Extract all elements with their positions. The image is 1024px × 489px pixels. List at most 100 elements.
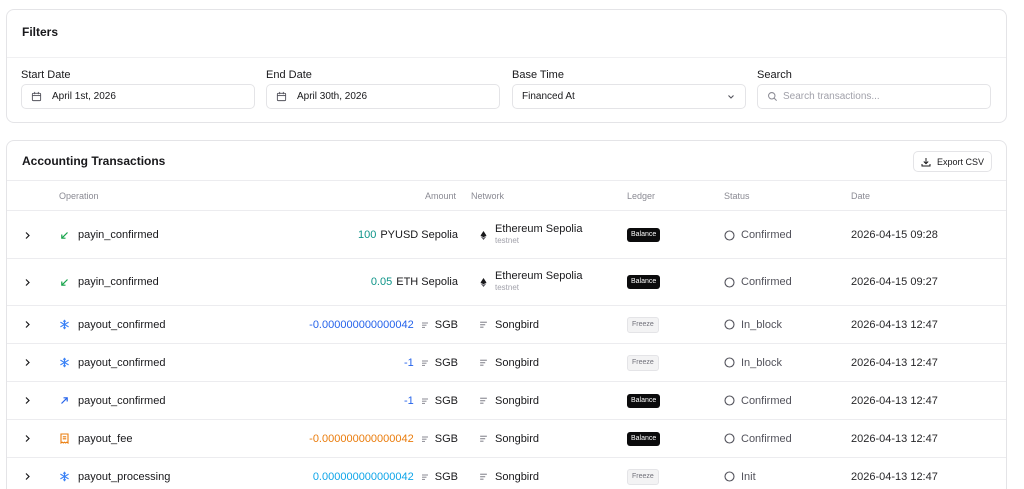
ledger-badge: Balance bbox=[627, 431, 661, 446]
ledger-cell: Balance bbox=[627, 259, 661, 305]
network-subtitle: testnet bbox=[495, 283, 520, 292]
operation-cell: payout_processing bbox=[59, 458, 170, 489]
base-time-select[interactable]: Financed At bbox=[512, 84, 746, 109]
status-circle-icon bbox=[724, 319, 735, 330]
table-row[interactable]: payout_processing 0.000000000000042 SGB Son… bbox=[7, 458, 1006, 489]
search-input[interactable] bbox=[783, 91, 973, 102]
amount-token: ETH Sepolia bbox=[396, 276, 458, 288]
amount-token: SGB bbox=[434, 432, 458, 445]
amount-value: -0.000000000000042 bbox=[309, 318, 414, 331]
col-network: Network bbox=[471, 191, 505, 201]
songbird-icon bbox=[421, 474, 428, 480]
network-cell: Songbird bbox=[479, 344, 539, 381]
transactions-panel: Accounting Transactions Export CSV Opera… bbox=[6, 140, 1007, 489]
search-label: Search bbox=[757, 69, 792, 81]
calendar-icon bbox=[276, 91, 287, 102]
export-csv-button[interactable]: Export CSV bbox=[913, 151, 992, 172]
end-date-picker[interactable]: April 30th, 2026 bbox=[266, 84, 500, 109]
divider bbox=[7, 57, 1006, 58]
ledger-cell: Freeze bbox=[627, 458, 659, 489]
end-date-value: April 30th, 2026 bbox=[297, 91, 368, 102]
table-row[interactable]: payin_confirmed 0.05 ETH Sepolia Ethereum S… bbox=[7, 259, 1006, 306]
start-date-value: April 1st, 2026 bbox=[52, 91, 116, 102]
snowflake-icon bbox=[59, 357, 70, 368]
date-text: 2026-04-15 09:28 bbox=[851, 229, 938, 241]
songbird-icon bbox=[421, 360, 428, 366]
table-row[interactable]: payout_confirmed -1 SGB Songbird Freeze In_bl… bbox=[7, 344, 1006, 382]
ledger-cell: Freeze bbox=[627, 306, 659, 343]
search-field: Search bbox=[757, 69, 991, 109]
calendar-icon bbox=[31, 91, 42, 102]
operation-cell: payout_confirmed bbox=[59, 382, 165, 419]
operation-name: payin_confirmed bbox=[78, 229, 159, 241]
expand-row-button[interactable] bbox=[23, 382, 33, 419]
ledger-cell: Balance bbox=[627, 212, 661, 258]
amount-cell: 0.000000000000042 SGB bbox=[313, 458, 458, 489]
chevron-right-icon bbox=[25, 321, 30, 328]
date-text: 2026-04-13 12:47 bbox=[851, 394, 938, 407]
date-text: 2026-04-13 12:47 bbox=[851, 432, 938, 445]
status-cell: Init bbox=[724, 458, 756, 489]
expand-row-button[interactable] bbox=[23, 212, 33, 258]
base-time-field: Base Time Financed At bbox=[512, 69, 746, 109]
songbird-icon bbox=[421, 398, 428, 404]
status-text: Init bbox=[741, 470, 756, 483]
chevron-down-icon bbox=[728, 95, 734, 99]
filters-panel: Filters Start Date April 1st, 2026 End D… bbox=[6, 9, 1007, 123]
table-row[interactable]: payout_confirmed -1 SGB Songbird Balance Conf… bbox=[7, 382, 1006, 420]
ledger-cell: Freeze bbox=[627, 344, 659, 381]
songbird-icon bbox=[480, 321, 487, 328]
expand-row-button[interactable] bbox=[23, 458, 33, 489]
status-cell: Confirmed bbox=[724, 259, 792, 305]
network-name: Songbird bbox=[495, 356, 540, 369]
arrow-up-right-icon bbox=[59, 395, 70, 406]
network-cell: Songbird bbox=[479, 420, 539, 457]
table-row[interactable]: payin_confirmed 100 PYUSD Sepolia Ethereum … bbox=[7, 212, 1006, 259]
status-circle-icon bbox=[724, 276, 735, 288]
chevron-right-icon bbox=[25, 231, 30, 239]
amount-cell: -0.000000000000042 SGB bbox=[309, 420, 458, 457]
network-subtitle: testnet bbox=[495, 236, 520, 245]
status-cell: Confirmed bbox=[724, 382, 792, 419]
operation-name: payout_confirmed bbox=[78, 394, 166, 407]
amount-cell: 100 PYUSD Sepolia bbox=[358, 212, 458, 258]
date-cell: 2026-04-13 12:47 bbox=[851, 382, 938, 419]
start-date-field: Start Date April 1st, 2026 bbox=[21, 69, 255, 109]
expand-row-button[interactable] bbox=[23, 306, 33, 343]
network-name: Ethereum Sepolia bbox=[495, 270, 583, 282]
operation-cell: payout_fee bbox=[59, 420, 132, 457]
amount-token: SGB bbox=[434, 356, 458, 369]
network-name: Songbird bbox=[495, 394, 540, 407]
col-operation: Operation bbox=[59, 191, 99, 201]
network-cell: Songbird bbox=[479, 382, 539, 419]
operation-name: payout_processing bbox=[78, 470, 171, 483]
operation-cell: payin_confirmed bbox=[59, 212, 159, 258]
expand-row-button[interactable] bbox=[23, 420, 33, 457]
amount-cell: -0.000000000000042 SGB bbox=[309, 306, 458, 343]
status-text: In_block bbox=[741, 318, 782, 331]
ledger-badge: Freeze bbox=[627, 354, 659, 371]
status-cell: In_block bbox=[724, 306, 782, 343]
operation-name: payin_confirmed bbox=[78, 276, 159, 288]
status-cell: In_block bbox=[724, 344, 782, 381]
expand-row-button[interactable] bbox=[23, 344, 33, 381]
table-header: Operation Amount Network Ledger Status D… bbox=[7, 180, 1006, 211]
table-row[interactable]: payout_confirmed -0.000000000000042 SGB Son… bbox=[7, 306, 1006, 344]
amount-value: 0.05 bbox=[370, 276, 393, 288]
table-row[interactable]: payout_fee -0.000000000000042 SGB Songbird B… bbox=[7, 420, 1006, 458]
expand-row-button[interactable] bbox=[23, 259, 33, 305]
status-text: Confirmed bbox=[741, 394, 792, 407]
operation-cell: payout_confirmed bbox=[59, 344, 165, 381]
base-time-label: Base Time bbox=[512, 69, 564, 81]
start-date-picker[interactable]: April 1st, 2026 bbox=[21, 84, 255, 109]
amount-value: -1 bbox=[403, 394, 414, 407]
ledger-cell: Balance bbox=[627, 382, 661, 419]
ledger-badge: Freeze bbox=[627, 316, 659, 333]
search-box bbox=[757, 84, 991, 109]
arrow-down-left-icon bbox=[59, 230, 70, 241]
status-text: Confirmed bbox=[741, 276, 792, 288]
chevron-right-icon bbox=[25, 473, 30, 480]
chevron-right-icon bbox=[25, 278, 30, 286]
amount-token: SGB bbox=[434, 470, 458, 483]
network-cell: Ethereum Sepolia testnet bbox=[479, 259, 582, 305]
